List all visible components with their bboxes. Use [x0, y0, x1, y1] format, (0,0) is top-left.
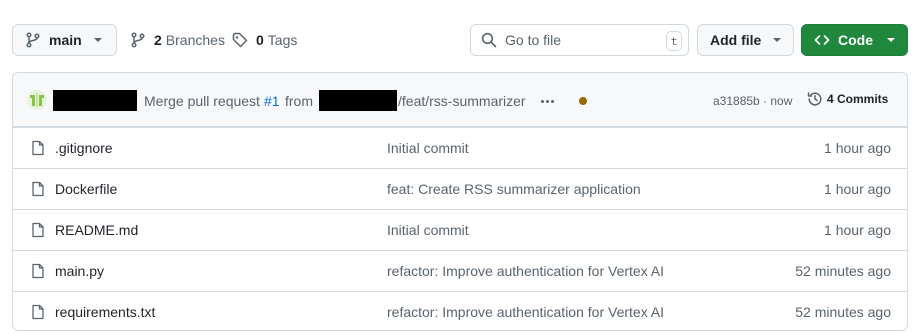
- commit-message-prefix[interactable]: Merge pull request: [144, 93, 260, 109]
- branches-link[interactable]: 2 Branches: [130, 24, 225, 56]
- file-commit-time: 1 hour ago: [824, 181, 891, 197]
- file-commit-time: 1 hour ago: [824, 140, 891, 156]
- file-name[interactable]: requirements.txt: [55, 304, 155, 320]
- chevron-down-icon: [93, 38, 102, 42]
- tags-label: Tags: [267, 32, 298, 48]
- branches-count: 2: [154, 32, 162, 48]
- file-commit-message[interactable]: Initial commit: [387, 140, 469, 156]
- file-commit-time: 1 hour ago: [824, 222, 891, 238]
- branch-selector-button[interactable]: main: [12, 24, 117, 56]
- file-commit-time: 52 minutes ago: [795, 304, 891, 320]
- git-branch-icon: [131, 32, 145, 48]
- add-file-button[interactable]: Add file: [697, 24, 794, 56]
- code-label: Code: [838, 32, 873, 48]
- file-table: Merge pull request #1 from /feat/rss-sum…: [12, 72, 908, 331]
- commit-sha[interactable]: a31885b · now: [713, 94, 792, 108]
- commit-status-pending-icon[interactable]: [579, 97, 587, 105]
- chevron-down-icon: [773, 38, 782, 42]
- file-row: Dockerfile feat: Create RSS summarizer a…: [13, 168, 907, 209]
- tags-count: 0: [256, 32, 264, 48]
- expand-commit-message-button[interactable]: [536, 93, 558, 109]
- file-commit-message[interactable]: Initial commit: [387, 222, 469, 238]
- commits-count: 4 Commits: [827, 92, 889, 106]
- branch-name: main: [49, 32, 82, 48]
- file-icon: [32, 181, 44, 197]
- file-row: README.md Initial commit 1 hour ago: [13, 209, 907, 250]
- latest-commit-bar: Merge pull request #1 from /feat/rss-sum…: [13, 73, 907, 127]
- file-commit-message[interactable]: feat: Create RSS summarizer application: [387, 181, 641, 197]
- file-name[interactable]: README.md: [55, 222, 138, 238]
- code-icon: [814, 35, 830, 45]
- redacted-branch-owner: [319, 90, 397, 111]
- file-icon: [32, 263, 44, 279]
- history-icon: [807, 92, 822, 106]
- keyboard-shortcut-hint: t: [666, 31, 682, 51]
- file-commit-message[interactable]: refactor: Improve authentication for Ver…: [387, 263, 664, 279]
- branches-label: Branches: [165, 32, 225, 48]
- code-button[interactable]: Code: [801, 24, 908, 56]
- file-name[interactable]: .gitignore: [55, 140, 113, 156]
- search-placeholder: Go to file: [505, 32, 562, 48]
- redacted-author: [53, 90, 137, 111]
- file-commit-message[interactable]: refactor: Improve authentication for Ver…: [387, 304, 664, 320]
- file-name[interactable]: Dockerfile: [55, 181, 117, 197]
- tags-link[interactable]: 0 Tags: [232, 24, 297, 56]
- tag-icon: [232, 32, 248, 48]
- file-icon: [32, 304, 44, 320]
- commit-message-suffix[interactable]: /feat/rss-summarizer: [398, 93, 526, 109]
- file-name[interactable]: main.py: [55, 263, 104, 279]
- chevron-down-icon: [887, 38, 895, 42]
- commit-message-from[interactable]: from: [285, 93, 313, 109]
- add-file-label: Add file: [710, 32, 762, 48]
- file-row: .gitignore Initial commit 1 hour ago: [13, 127, 907, 168]
- file-icon: [32, 140, 44, 156]
- file-row: main.py refactor: Improve authentication…: [13, 250, 907, 291]
- commits-history-link[interactable]: 4 Commits: [807, 91, 888, 107]
- file-icon: [32, 222, 44, 238]
- git-branch-icon: [26, 32, 40, 48]
- pull-request-link[interactable]: #1: [264, 93, 280, 109]
- avatar[interactable]: [27, 90, 47, 110]
- file-commit-time: 52 minutes ago: [795, 263, 891, 279]
- go-to-file-input[interactable]: Go to file t: [470, 24, 689, 56]
- file-row: requirements.txt refactor: Improve authe…: [13, 291, 907, 330]
- search-icon: [481, 32, 497, 48]
